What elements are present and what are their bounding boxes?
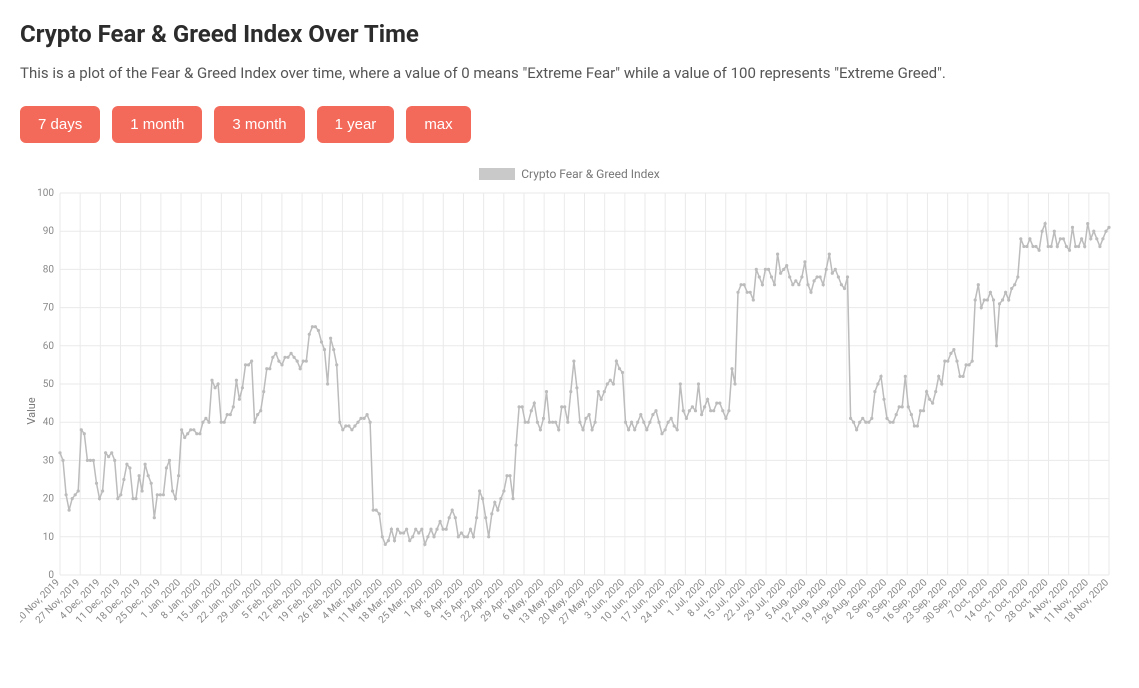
svg-text:50: 50: [43, 379, 55, 390]
range-7days-button[interactable]: 7 days: [20, 106, 100, 143]
range-3month-button[interactable]: 3 month: [214, 106, 304, 143]
svg-text:10: 10: [43, 532, 55, 543]
svg-text:40: 40: [43, 417, 55, 428]
svg-text:90: 90: [43, 226, 55, 237]
range-1year-button[interactable]: 1 year: [317, 106, 395, 143]
legend-label: Crypto Fear & Greed Index: [521, 167, 660, 181]
svg-text:20: 20: [43, 494, 55, 505]
page-title: Crypto Fear & Greed Index Over Time: [20, 20, 1119, 48]
range-max-button[interactable]: max: [406, 106, 470, 143]
page-subtitle: This is a plot of the Fear & Greed Index…: [20, 64, 1119, 82]
legend-swatch: [479, 168, 515, 180]
range-1month-button[interactable]: 1 month: [112, 106, 202, 143]
chart-container: Crypto Fear & Greed Index Value 01020304…: [20, 167, 1119, 655]
svg-text:60: 60: [43, 341, 55, 352]
y-axis-label: Value: [25, 397, 38, 424]
svg-text:80: 80: [43, 264, 55, 275]
chart-legend: Crypto Fear & Greed Index: [20, 167, 1119, 181]
range-button-row: 7 days 1 month 3 month 1 year max: [20, 106, 1119, 143]
chart-svg: 010203040506070809010020 Nov, 201927 Nov…: [20, 185, 1119, 655]
svg-text:30: 30: [43, 455, 55, 466]
svg-text:100: 100: [37, 188, 54, 199]
svg-text:70: 70: [43, 303, 55, 314]
